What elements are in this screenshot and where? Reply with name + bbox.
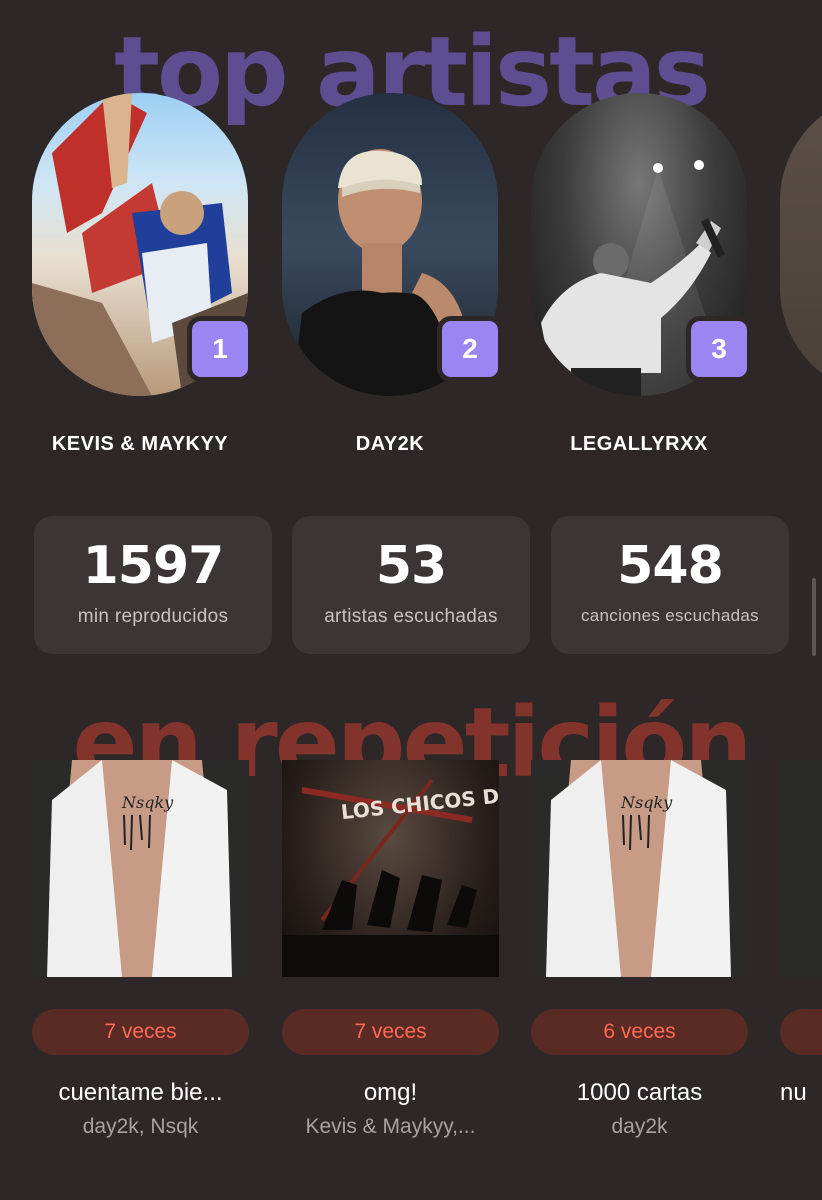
stat-value: 1597 [82, 536, 225, 596]
track-title: nu [780, 1079, 807, 1106]
artist-card-3[interactable]: 3 LEGALLYRXX [531, 93, 752, 455]
rank-badge: 1 [187, 316, 253, 382]
play-count-badge: 7 veces [282, 1009, 499, 1055]
stat-card-songs: 548 canciones escuchadas [551, 516, 789, 654]
track-artist: Kevis & Maykyy,... [305, 1115, 476, 1138]
artist-name: DAY2K [355, 433, 425, 455]
stat-label: min reproducidos [77, 606, 229, 627]
track-title: omg! [363, 1079, 418, 1106]
stat-label: canciones escuchadas [580, 606, 759, 625]
play-count-badge: 7 veces [32, 1009, 249, 1055]
track-card-2[interactable]: LOS CHICOS DEL NORTE 7 veces omg! Kevis … [282, 760, 499, 1139]
track-card-1[interactable]: Nsqky 7 veces cuentame bie... day2k, Nsq… [32, 760, 249, 1139]
artist-card-1[interactable]: 1 KEVIS & MAYKYY [32, 93, 253, 455]
listening-stats: 1597 min reproducidos 53 artistas escuch… [0, 516, 822, 656]
album-cover: Nsqky [531, 760, 748, 977]
stat-value: 53 [375, 536, 447, 596]
track-artist: day2k [611, 1115, 668, 1138]
track-card-3[interactable]: Nsqky 6 veces 1000 cartas day2k [531, 760, 748, 1139]
track-card-4[interactable]: nu [780, 760, 822, 1115]
top-artists-carousel[interactable]: 1 KEVIS & MAYKYY 2 DAY2K 3 LEGALLYRXX [0, 93, 822, 473]
svg-text:Nsqky: Nsqky [620, 793, 673, 812]
track-artist: day2k, Nsqk [82, 1115, 199, 1138]
album-cover: Nsqky [32, 760, 249, 977]
on-repeat-carousel[interactable]: Nsqky 7 veces cuentame bie... day2k, Nsq… [0, 760, 822, 1200]
rank-badge: 3 [686, 316, 752, 382]
album-cover [780, 760, 822, 977]
svg-text:Nsqky: Nsqky [121, 793, 174, 812]
play-count-badge [780, 1009, 822, 1055]
stat-card-artists: 53 artistas escuchadas [292, 516, 530, 654]
stat-card-minutes: 1597 min reproducidos [34, 516, 272, 654]
artist-card-4[interactable]: B [780, 93, 822, 396]
stat-value: 548 [617, 536, 724, 596]
artist-name: LEGALLYRXX [570, 433, 708, 455]
stat-label: artistas escuchadas [324, 606, 498, 627]
album-art-text: LOS CHICOS DEL NORTE [340, 772, 499, 824]
play-count-badge: 6 veces [531, 1009, 748, 1055]
artist-name: KEVIS & MAYKYY [51, 433, 229, 455]
artist-photo-4 [780, 93, 822, 396]
track-title: 1000 cartas [576, 1079, 703, 1106]
rank-badge: 2 [437, 316, 503, 382]
scrollbar[interactable] [812, 578, 816, 656]
track-title: cuentame bie... [58, 1079, 223, 1106]
album-cover: LOS CHICOS DEL NORTE [282, 760, 499, 977]
artist-card-2[interactable]: 2 DAY2K [282, 93, 503, 455]
